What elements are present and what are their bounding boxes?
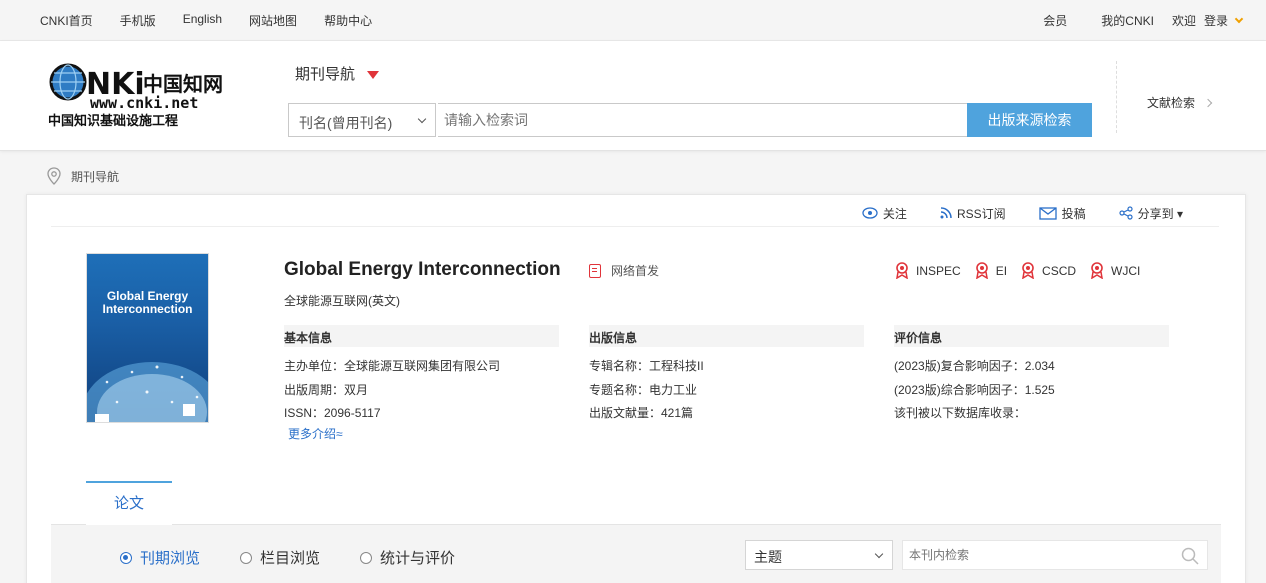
- radio-circle: [120, 551, 132, 564]
- document-icon: [589, 263, 601, 278]
- search-icon[interactable]: [1181, 547, 1199, 565]
- globe-graphic: [87, 362, 208, 422]
- journal-inner-search-input[interactable]: [902, 540, 1208, 570]
- breadcrumb: 期刊导航: [47, 167, 119, 185]
- badge-cscd[interactable]: CSCD: [1020, 262, 1076, 279]
- info-frequency: 出版周期：双月: [284, 383, 369, 397]
- filter-bar: 刊期浏览 栏目浏览 统计与评价 主题: [51, 525, 1221, 583]
- radio-stats-eval[interactable]: 统计与评价: [360, 547, 455, 568]
- action-bar: 关注 RSS订阅 投稿 分享到 ▾: [829, 203, 1183, 223]
- link-mobile[interactable]: 手机版: [120, 12, 156, 29]
- link-member[interactable]: 会员: [1043, 12, 1067, 29]
- link-my-cnki[interactable]: 我的CNKI: [1101, 12, 1154, 29]
- rss-label: RSS订阅: [956, 206, 1006, 221]
- topic-select[interactable]: 主题: [745, 540, 893, 570]
- search-input[interactable]: [438, 103, 968, 137]
- award-icon: [1022, 262, 1034, 279]
- radio-label: 栏目浏览: [260, 550, 321, 567]
- location-pin-icon: [47, 167, 61, 185]
- net-first-badge[interactable]: 网络首发: [589, 262, 659, 279]
- share-icon: [1119, 206, 1133, 220]
- submit-label: 投稿: [1061, 206, 1086, 221]
- info-doc-count: 出版文献量：421篇: [589, 406, 694, 420]
- basic-info-heading: 基本信息: [284, 325, 559, 347]
- info-album: 专辑名称：工程科技II: [589, 359, 704, 373]
- follow-label: 关注: [882, 206, 907, 221]
- link-english[interactable]: English: [183, 12, 222, 29]
- info-sponsor: 主办单位：全球能源互联网集团有限公司: [284, 359, 501, 373]
- svg-text:中国知识基础设施工程: 中国知识基础设施工程: [48, 113, 178, 129]
- journal-nav-dropdown[interactable]: 期刊导航: [295, 63, 380, 84]
- info-topic: 专题名称：电力工业: [589, 383, 698, 397]
- divider: [1116, 61, 1117, 133]
- index-badges: INSPEC EI CSCD WJCI: [894, 262, 1153, 279]
- radio-column-browse[interactable]: 栏目浏览: [240, 547, 320, 568]
- badge-label: CSCD: [1042, 263, 1077, 278]
- topic-select-value: 主题: [754, 549, 782, 565]
- link-help[interactable]: 帮助中心: [324, 12, 372, 29]
- triangle-down-icon: [367, 70, 380, 79]
- svg-text:www.cnki.net: www.cnki.net: [90, 94, 198, 112]
- chevron-down-icon: [874, 549, 884, 559]
- header: NKi 中国知网 www.cnki.net 中国知识基础设施工程 期刊导航 刊名…: [0, 41, 1266, 151]
- badge-ei[interactable]: EI: [974, 262, 1007, 279]
- chevron-right-icon: [1203, 98, 1213, 107]
- info-comprehensive-if: (2023版)综合影响因子：1.525: [894, 383, 1055, 397]
- divider: [51, 226, 1219, 227]
- journal-title: Global Energy Interconnection: [284, 259, 561, 280]
- eye-icon: [862, 207, 878, 219]
- search-field-select[interactable]: 刊名(曾用刊名): [288, 103, 436, 137]
- info-issn: ISSN：2096-5117: [284, 406, 381, 420]
- badge-label: INSPEC: [916, 263, 961, 278]
- net-first-label: 网络首发: [611, 264, 660, 278]
- radio-label: 刊期浏览: [140, 550, 201, 567]
- badge-inspec[interactable]: INSPEC: [894, 262, 961, 279]
- chevron-down-icon: [417, 114, 427, 124]
- nav-title-label: 期刊导航: [295, 66, 356, 83]
- submit-button[interactable]: 投稿: [1038, 205, 1086, 222]
- share-button[interactable]: 分享到 ▾: [1119, 205, 1183, 222]
- doc-search-label: 文献检索: [1147, 96, 1196, 110]
- radio-issue-browse[interactable]: 刊期浏览: [120, 547, 200, 568]
- award-icon: [975, 262, 988, 279]
- doc-search-link[interactable]: 文献检索: [1147, 94, 1213, 111]
- share-label: 分享到 ▾: [1137, 206, 1183, 221]
- link-sitemap[interactable]: 网站地图: [249, 12, 297, 29]
- badge-label: EI: [995, 263, 1008, 278]
- svg-text:中国知网: 中国知网: [143, 72, 223, 96]
- info-indexed-by: 该刊被以下数据库收录：: [894, 406, 1027, 420]
- search-field-value: 刊名(曾用刊名): [299, 115, 393, 131]
- breadcrumb-journal-nav[interactable]: 期刊导航: [71, 168, 119, 185]
- pub-info-heading: 出版信息: [589, 325, 864, 347]
- cover-title: Global Energy Interconnection: [102, 289, 193, 316]
- follow-button[interactable]: 关注: [862, 205, 907, 222]
- chevron-down-icon[interactable]: [1234, 14, 1244, 23]
- radio-label: 统计与评价: [380, 550, 456, 567]
- tab-papers[interactable]: 论文: [86, 481, 172, 525]
- source-search-button[interactable]: 出版来源检索: [967, 103, 1092, 137]
- top-user-area: 会员 我的CNKI 欢迎 登录: [1043, 12, 1244, 29]
- rss-icon: [940, 207, 952, 219]
- award-icon: [1091, 262, 1103, 279]
- info-composite-if: (2023版)复合影响因子：2.034: [894, 359, 1055, 373]
- cnki-logo[interactable]: NKi 中国知网 www.cnki.net 中国知识基础设施工程: [48, 61, 238, 131]
- rss-button[interactable]: RSS订阅: [940, 205, 1006, 222]
- link-cnki-home[interactable]: CNKI首页: [40, 12, 93, 29]
- badge-label: WJCI: [1111, 263, 1141, 278]
- journal-card: 关注 RSS订阅 投稿 分享到 ▾ Global Energy Intercon…: [26, 194, 1246, 583]
- eval-info-heading: 评价信息: [894, 325, 1169, 347]
- login-link[interactable]: 登录: [1204, 12, 1228, 29]
- envelope-icon: [1038, 206, 1057, 220]
- top-bar: CNKI首页 手机版 English 网站地图 帮助中心 会员 我的CNKI 欢…: [0, 0, 1266, 41]
- top-links: CNKI首页 手机版 English 网站地图 帮助中心: [40, 12, 399, 29]
- more-info-link[interactable]: 更多介绍≈: [288, 425, 343, 442]
- welcome-text: 欢迎: [1171, 14, 1196, 28]
- radio-circle: [240, 551, 252, 564]
- journal-subtitle: 全球能源互联网(英文): [284, 294, 400, 308]
- badge-wjci[interactable]: WJCI: [1089, 262, 1140, 279]
- radio-circle: [360, 551, 372, 564]
- journal-cover-image: Global Energy Interconnection: [86, 253, 209, 423]
- award-icon: [896, 262, 908, 279]
